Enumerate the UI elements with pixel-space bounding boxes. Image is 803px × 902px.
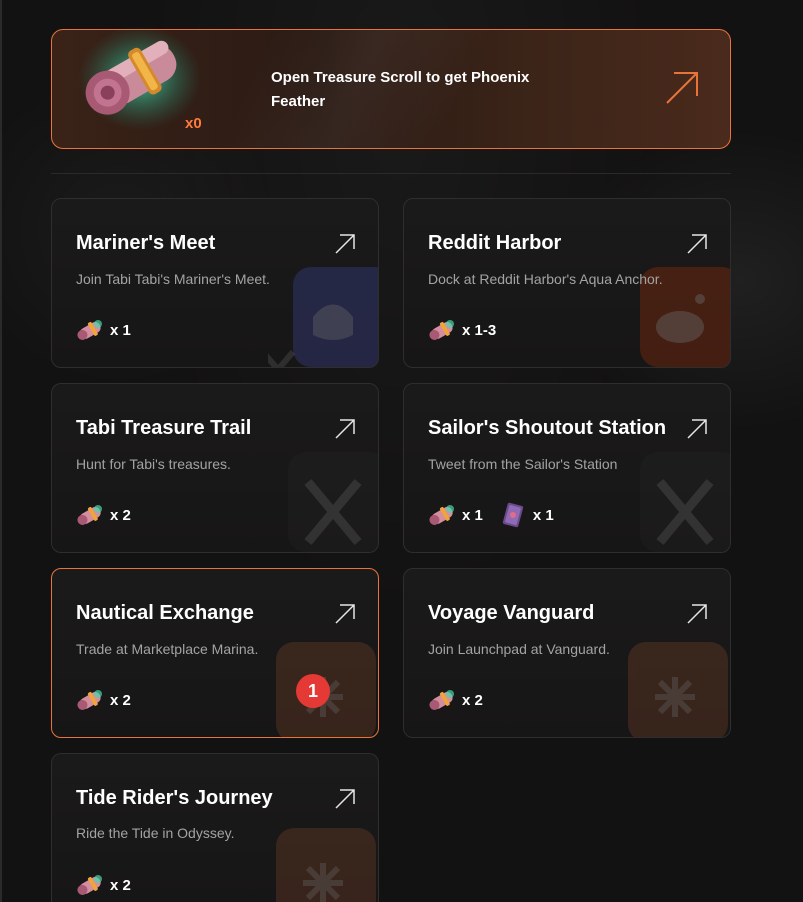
card-title: Voyage Vanguard <box>428 602 595 624</box>
card-title: Sailor's Shoutout Station <box>428 417 667 439</box>
book-icon <box>502 502 523 528</box>
arrow-up-right-icon[interactable] <box>664 70 700 106</box>
reward-quantity: x 1 <box>532 506 554 524</box>
card-title: Nautical Exchange <box>76 602 254 624</box>
task-card-nautical-exchange[interactable]: Nautical Exchange Trade at Marketplace M… <box>51 568 379 738</box>
arrow-up-right-icon[interactable] <box>686 418 708 440</box>
card-description: Trade at Marketplace Marina. <box>76 641 259 657</box>
reward-row: x 2 <box>428 686 493 714</box>
task-card-sailors-shoutout-station[interactable]: Sailor's Shoutout Station Tweet from the… <box>403 383 731 553</box>
arrow-up-right-icon[interactable] <box>686 603 708 625</box>
arrow-up-right-icon[interactable] <box>334 603 356 625</box>
scroll-icon <box>77 320 102 340</box>
divider <box>51 173 731 174</box>
task-card-reddit-harbor[interactable]: Reddit Harbor Dock at Reddit Harbor's Aq… <box>403 198 731 368</box>
arrow-up-right-icon[interactable] <box>334 418 356 440</box>
card-title: Reddit Harbor <box>428 232 562 254</box>
reward-row: x 2 <box>76 871 141 899</box>
scroll-count: x0 <box>185 115 202 132</box>
scroll-icon <box>77 690 102 710</box>
x-logo-icon <box>640 452 730 552</box>
reward-row: x 1-3 <box>428 316 506 344</box>
notification-badge: 1 <box>296 674 330 708</box>
task-card-mariners-meet[interactable]: Mariner's Meet Join Tabi Tabi's Mariner'… <box>51 198 379 368</box>
scroll-icon <box>77 875 102 895</box>
reward-row: x 2 <box>76 686 141 714</box>
reward-row: x 1 x 1 <box>428 501 564 529</box>
reward-row: x 1 <box>76 316 141 344</box>
card-description: Hunt for Tabi's treasures. <box>76 456 231 472</box>
scroll-icon <box>77 505 102 525</box>
treasure-scroll-banner[interactable]: x0 Open Treasure Scroll to get Phoenix F… <box>51 26 731 149</box>
treasure-scroll-icon <box>78 26 200 130</box>
scroll-icon <box>429 690 454 710</box>
card-title: Mariner's Meet <box>76 232 216 254</box>
tabi-logo-icon <box>276 828 376 902</box>
reward-quantity: x 1 <box>110 321 131 339</box>
task-card-tide-riders-journey[interactable]: Tide Rider's Journey Ride the Tide in Od… <box>51 753 379 902</box>
reward-quantity: x 2 <box>110 506 131 524</box>
card-description: Join Launchpad at Vanguard. <box>428 641 610 657</box>
card-description: Tweet from the Sailor's Station <box>428 456 618 472</box>
reward-quantity: x 1 <box>462 506 483 524</box>
tabi-logo-icon <box>628 642 728 737</box>
reward-quantity: x 2 <box>462 691 483 709</box>
reward-quantity: x 1-3 <box>462 321 497 339</box>
task-card-tabi-treasure-trail[interactable]: Tabi Treasure Trail Hunt for Tabi's trea… <box>51 383 379 553</box>
arrow-up-right-icon[interactable] <box>686 233 708 255</box>
discord-logo-icon <box>268 267 378 367</box>
reward-quantity: x 2 <box>110 691 131 709</box>
scroll-icon <box>429 505 454 525</box>
card-description: Join Tabi Tabi's Mariner's Meet. <box>76 271 270 287</box>
x-logo-icon <box>288 452 378 552</box>
reward-quantity: x 2 <box>110 876 131 894</box>
card-description: Ride the Tide in Odyssey. <box>76 825 235 841</box>
task-card-voyage-vanguard[interactable]: Voyage Vanguard Join Launchpad at Vangua… <box>403 568 731 738</box>
arrow-up-right-icon[interactable] <box>334 233 356 255</box>
card-title: Tide Rider's Journey <box>76 787 273 809</box>
left-border <box>0 0 2 902</box>
scroll-icon <box>429 320 454 340</box>
card-description: Dock at Reddit Harbor's Aqua Anchor. <box>428 271 663 287</box>
arrow-up-right-icon[interactable] <box>334 788 356 810</box>
banner-title: Open Treasure Scroll to get Phoenix Feat… <box>271 69 530 110</box>
card-title: Tabi Treasure Trail <box>76 417 252 439</box>
reward-row: x 2 <box>76 501 141 529</box>
